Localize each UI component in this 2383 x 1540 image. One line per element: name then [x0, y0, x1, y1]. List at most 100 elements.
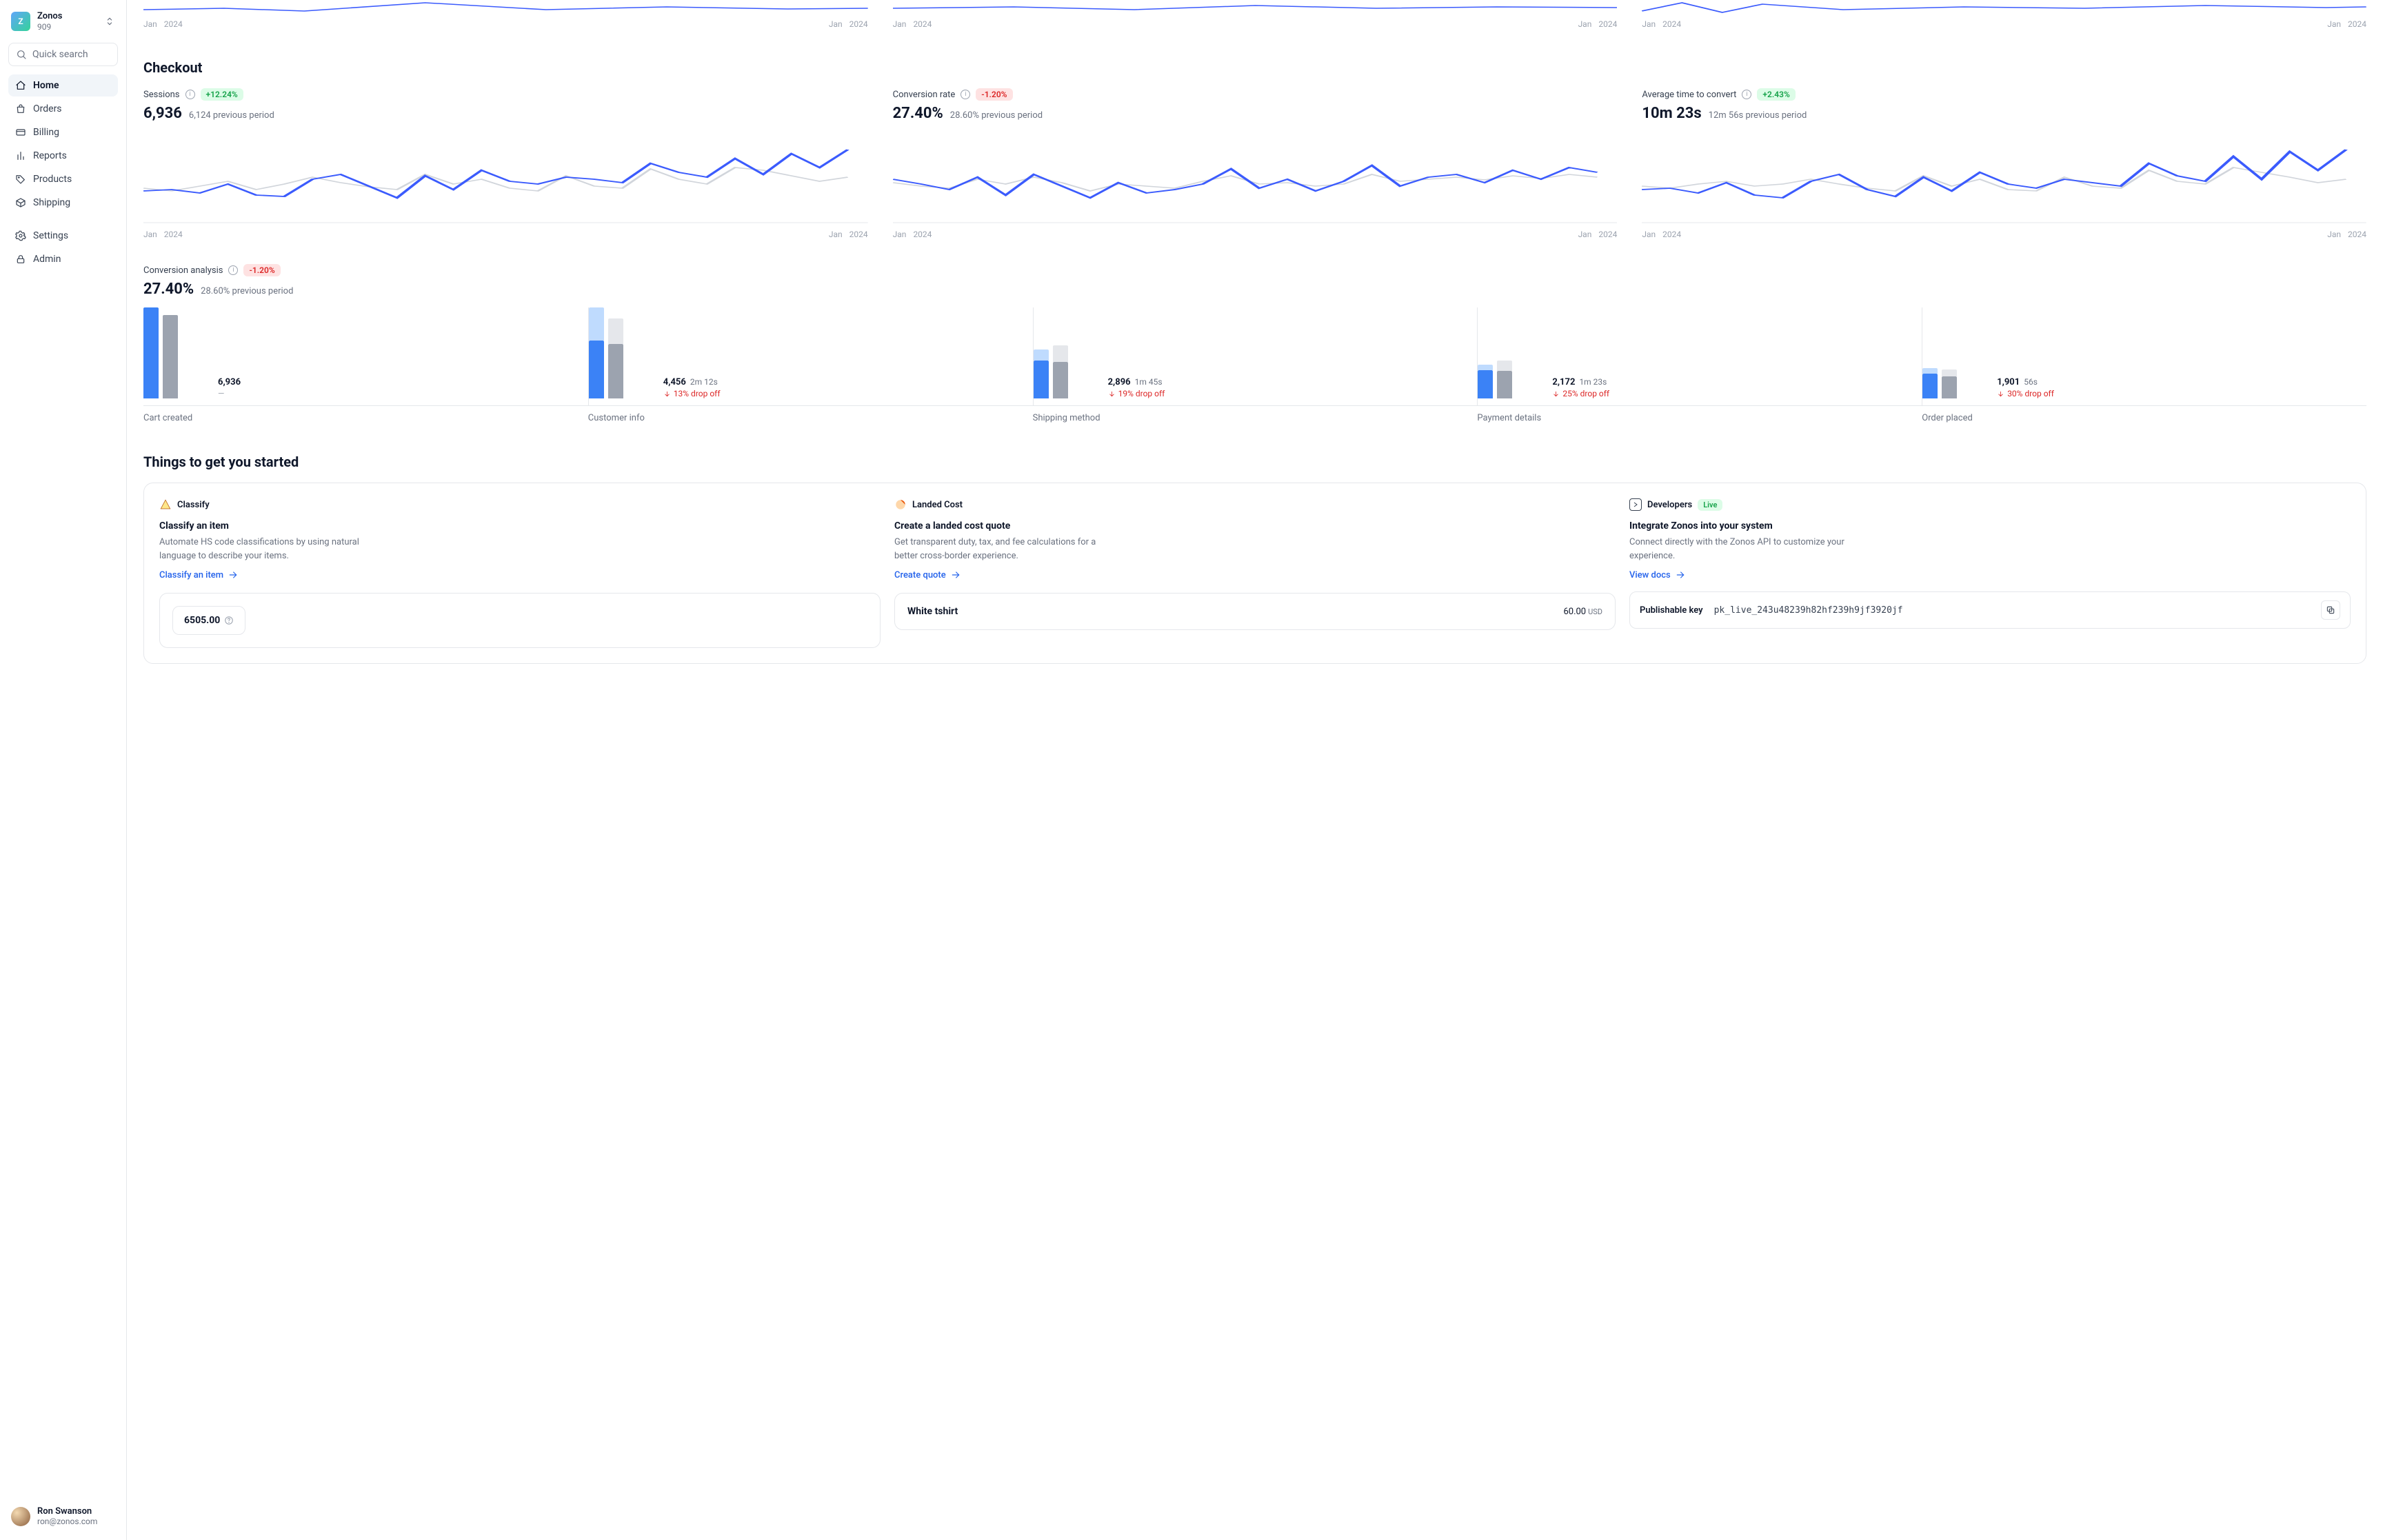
- funnel-step: 1,90156s 30% drop off: [1922, 307, 2366, 405]
- date-label: 2024: [913, 230, 932, 239]
- step-time: 1m 45s: [1135, 377, 1163, 387]
- date-label: 2024: [849, 230, 868, 239]
- nav-reports[interactable]: Reports: [8, 145, 118, 167]
- delta-pill: +12.24%: [201, 88, 243, 101]
- classify-preview: 6505.00: [159, 593, 881, 648]
- card-icon: [15, 127, 26, 138]
- delta-pill: -1.20%: [976, 88, 1012, 101]
- landed-cost-icon: [894, 498, 907, 511]
- classify-link[interactable]: Classify an item: [159, 569, 239, 580]
- step-label: Cart created: [143, 413, 588, 423]
- item-price: 60.00: [1563, 607, 1586, 617]
- metric-label: Sessions: [143, 90, 180, 100]
- nav-orders-label: Orders: [33, 103, 62, 114]
- publishable-key-box: Publishable key pk_live_243u48239h82hf23…: [1629, 591, 2351, 629]
- step-value: 1,901: [1997, 377, 2020, 387]
- chart-icon: [15, 150, 26, 161]
- key-label: Publishable key: [1640, 605, 1703, 616]
- nav-shipping[interactable]: Shipping: [8, 192, 118, 214]
- date-label: Jan: [1578, 230, 1592, 239]
- nav-home[interactable]: Home: [8, 74, 118, 97]
- date-label: Jan: [1578, 19, 1592, 29]
- info-icon[interactable]: i: [1742, 90, 1751, 99]
- arrow-right-icon: [1675, 569, 1686, 580]
- card-desc: Automate HS code classifications by usin…: [159, 536, 380, 563]
- link-label: Create quote: [894, 570, 946, 580]
- item-name: White tshirt: [907, 606, 958, 617]
- card-developers: Developers Live Integrate Zonos into you…: [1629, 498, 2351, 648]
- avatar: [11, 1507, 30, 1526]
- card-tag: Classify: [177, 500, 210, 510]
- metric-avg-time: Average time to convert i +2.43% 10m 23s…: [1642, 88, 2366, 239]
- org-logo: Z: [11, 12, 30, 31]
- date-label: 2024: [1598, 19, 1617, 29]
- metric-sessions: Sessions i +12.24% 6,936 6,124 previous …: [143, 88, 868, 239]
- date-label: Jan: [2327, 19, 2341, 29]
- step-label: Payment details: [1477, 413, 1922, 423]
- nav: Home Orders Billing Reports Products Shi…: [8, 74, 118, 270]
- date-label: Jan: [143, 230, 157, 239]
- date-label: 2024: [164, 230, 183, 239]
- info-icon[interactable]: i: [961, 90, 970, 99]
- landed-cost-preview: White tshirt 60.00USD: [894, 593, 1616, 630]
- nav-admin[interactable]: Admin: [8, 248, 118, 270]
- lock-icon: [15, 254, 26, 265]
- metric-label: Average time to convert: [1642, 90, 1736, 100]
- date-label: Jan: [2327, 230, 2341, 239]
- search-placeholder: Quick search: [32, 49, 88, 60]
- terminal-icon: [1629, 498, 1642, 511]
- arrow-right-icon: [950, 569, 961, 580]
- nav-billing[interactable]: Billing: [8, 121, 118, 143]
- info-icon[interactable]: i: [185, 90, 195, 99]
- checkout-heading: Checkout: [143, 59, 2366, 76]
- user-menu[interactable]: Ron Swanson ron@zonos.com: [8, 1501, 118, 1532]
- metric-conversion: Conversion rate i -1.20% 27.40% 28.60% p…: [893, 88, 1618, 239]
- chevron-up-down-icon: [104, 16, 115, 27]
- date-label: 2024: [913, 19, 932, 29]
- nav-settings[interactable]: Settings: [8, 225, 118, 247]
- search-input[interactable]: Quick search: [8, 43, 118, 66]
- view-docs-link[interactable]: View docs: [1629, 569, 1686, 580]
- step-label: Customer info: [588, 413, 1033, 423]
- funnel-label: Conversion analysis: [143, 265, 223, 276]
- card-tag: Developers: [1647, 500, 1692, 510]
- date-label: Jan: [143, 19, 157, 29]
- landed-cost-link[interactable]: Create quote: [894, 569, 961, 580]
- link-label: View docs: [1629, 570, 1671, 580]
- card-desc: Get transparent duty, tax, and fee calcu…: [894, 536, 1115, 563]
- info-icon[interactable]: i: [228, 265, 238, 275]
- date-label: 2024: [164, 19, 183, 29]
- nav-admin-label: Admin: [33, 254, 61, 265]
- org-switcher[interactable]: Z Zonos 909: [8, 8, 118, 40]
- drop-off: 25% drop off: [1552, 389, 1609, 398]
- funnel-value: 27.40%: [143, 281, 194, 298]
- tag-icon: [15, 174, 26, 185]
- delta-pill: +2.43%: [1757, 88, 1795, 101]
- drop-off: 30% drop off: [1997, 389, 2054, 398]
- drop-off: 19% drop off: [1108, 389, 1165, 398]
- copy-button[interactable]: [2321, 600, 2340, 620]
- metric-value: 10m 23s: [1642, 105, 1701, 122]
- classify-icon: [159, 498, 172, 511]
- search-icon: [16, 49, 27, 60]
- link-label: Classify an item: [159, 570, 223, 580]
- metric-prev: 6,124 previous period: [189, 110, 274, 121]
- nav-orders[interactable]: Orders: [8, 98, 118, 120]
- sessions-chart: [143, 134, 868, 224]
- card-desc: Connect directly with the Zonos API to c…: [1629, 536, 1850, 563]
- metric-value: 6,936: [143, 105, 182, 122]
- step-value: 6,936: [218, 377, 241, 387]
- gear-icon: [15, 230, 26, 241]
- funnel-step: 2,1721m 23s 25% drop off: [1477, 307, 1922, 405]
- conversion-analysis: Conversion analysis i -1.20% 27.40% 28.6…: [143, 264, 2366, 423]
- preview-amount: 6505.00: [184, 615, 220, 626]
- nav-home-label: Home: [33, 80, 59, 91]
- nav-products[interactable]: Products: [8, 168, 118, 190]
- funnel-step: 2,8961m 45s 19% drop off: [1033, 307, 1478, 405]
- help-icon: [224, 616, 234, 625]
- user-email: ron@zonos.com: [37, 1517, 97, 1526]
- step-value: 2,172: [1552, 377, 1575, 387]
- org-id: 909: [37, 22, 97, 32]
- mini-chart-2: [893, 0, 1618, 14]
- nav-billing-label: Billing: [33, 127, 59, 138]
